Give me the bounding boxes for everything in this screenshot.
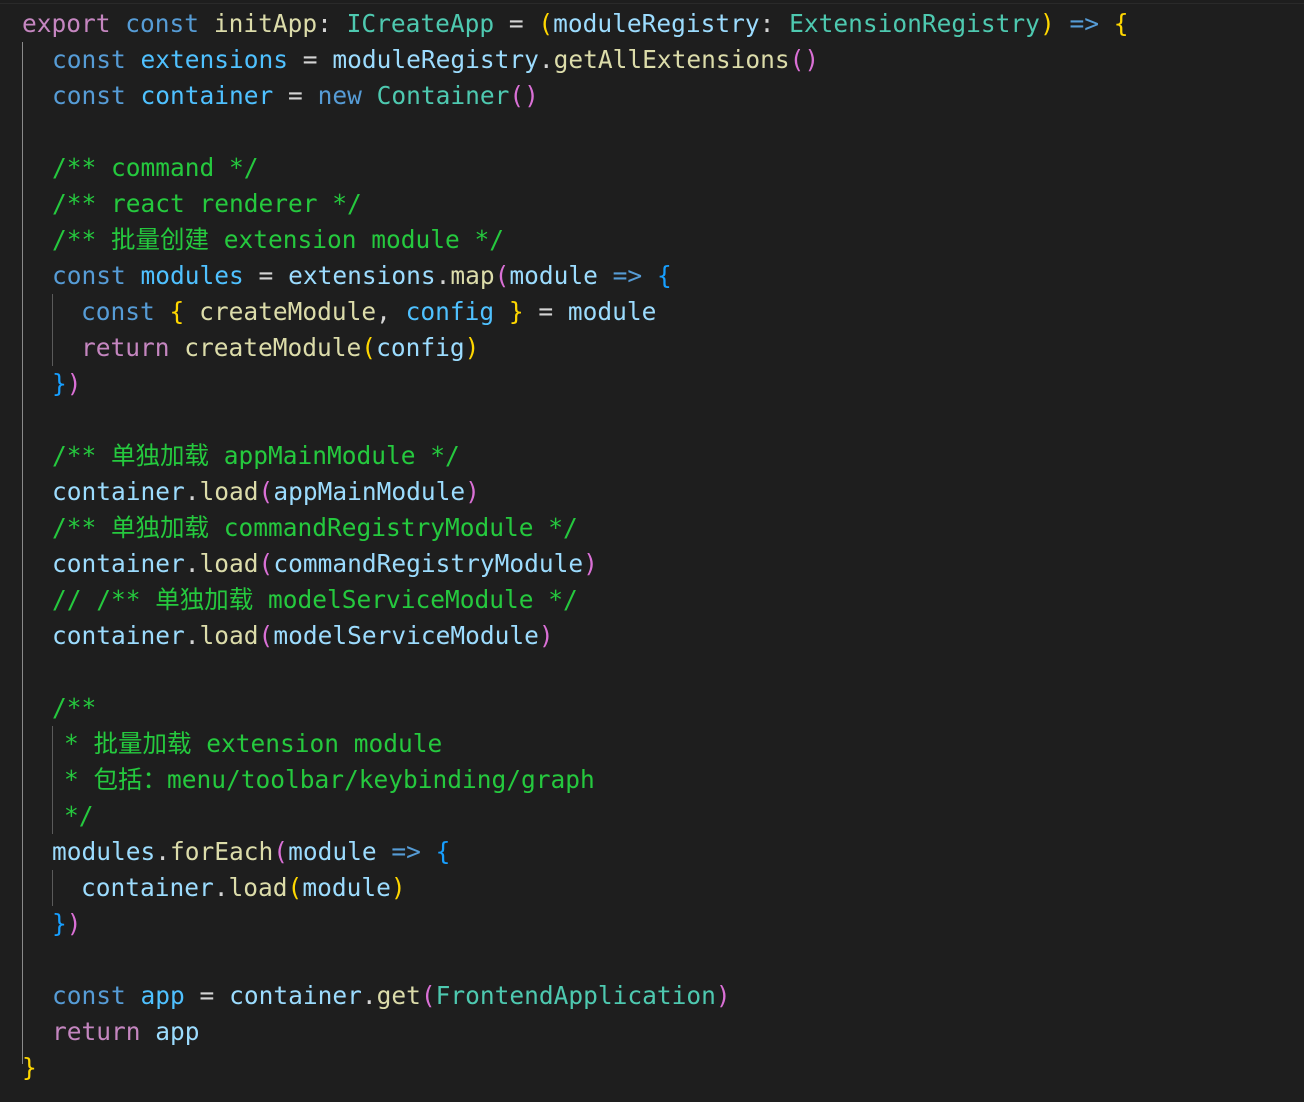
code-line-22: * 包括：menu/toolbar/keybinding/graph — [64, 765, 595, 794]
code-line-21: * 批量加载 extension module — [64, 729, 443, 758]
code-line-25: container.load(module) — [81, 873, 406, 902]
code-line-8: const modules = extensions.map(module =>… — [52, 261, 672, 290]
code-line-1: export const initApp: ICreateApp = (modu… — [22, 9, 1129, 38]
code-line-15: /** 单独加载 commandRegistryModule */ — [52, 513, 578, 542]
token: moduleRegistry — [553, 9, 760, 38]
code-lines: export const initApp: ICreateApp = (modu… — [22, 6, 1304, 1086]
code-line-2: const extensions = moduleRegistry.getAll… — [52, 45, 820, 74]
code-line-26: }) — [52, 909, 82, 938]
code-editor[interactable]: export const initApp: ICreateApp = (modu… — [0, 0, 1304, 1102]
code-line-14: container.load(appMainModule) — [52, 477, 480, 506]
code-line-13: /** 单独加载 appMainModule */ — [52, 441, 460, 470]
token: ICreateApp — [346, 9, 495, 38]
code-line-7: /** 批量创建 extension module */ — [52, 225, 505, 254]
code-line-5: /** command */ — [52, 153, 259, 182]
token: const — [125, 9, 200, 38]
token: ExtensionRegistry — [789, 9, 1040, 38]
code-line-30: } — [22, 1053, 37, 1082]
code-line-3: const container = new Container() — [52, 81, 539, 110]
token: initApp — [213, 9, 318, 38]
editor-top-edge — [0, 0, 1304, 4]
code-line-29: return app — [52, 1017, 200, 1046]
code-line-9: const { createModule, config } = module — [81, 297, 657, 326]
code-line-6: /** react renderer */ — [52, 189, 362, 218]
code-line-11: }) — [52, 369, 82, 398]
code-line-17: // /** 单独加载 modelServiceModule */ — [52, 585, 578, 614]
code-line-10: return createModule(config) — [81, 333, 480, 362]
code-line-24: modules.forEach(module => { — [52, 837, 451, 866]
code-line-23: */ — [64, 801, 94, 830]
code-line-16: container.load(commandRegistryModule) — [52, 549, 598, 578]
code-line-28: const app = container.get(FrontendApplic… — [52, 981, 731, 1010]
token: export — [22, 9, 111, 38]
code-line-20: /** — [52, 693, 97, 722]
code-line-18: container.load(modelServiceModule) — [52, 621, 554, 650]
